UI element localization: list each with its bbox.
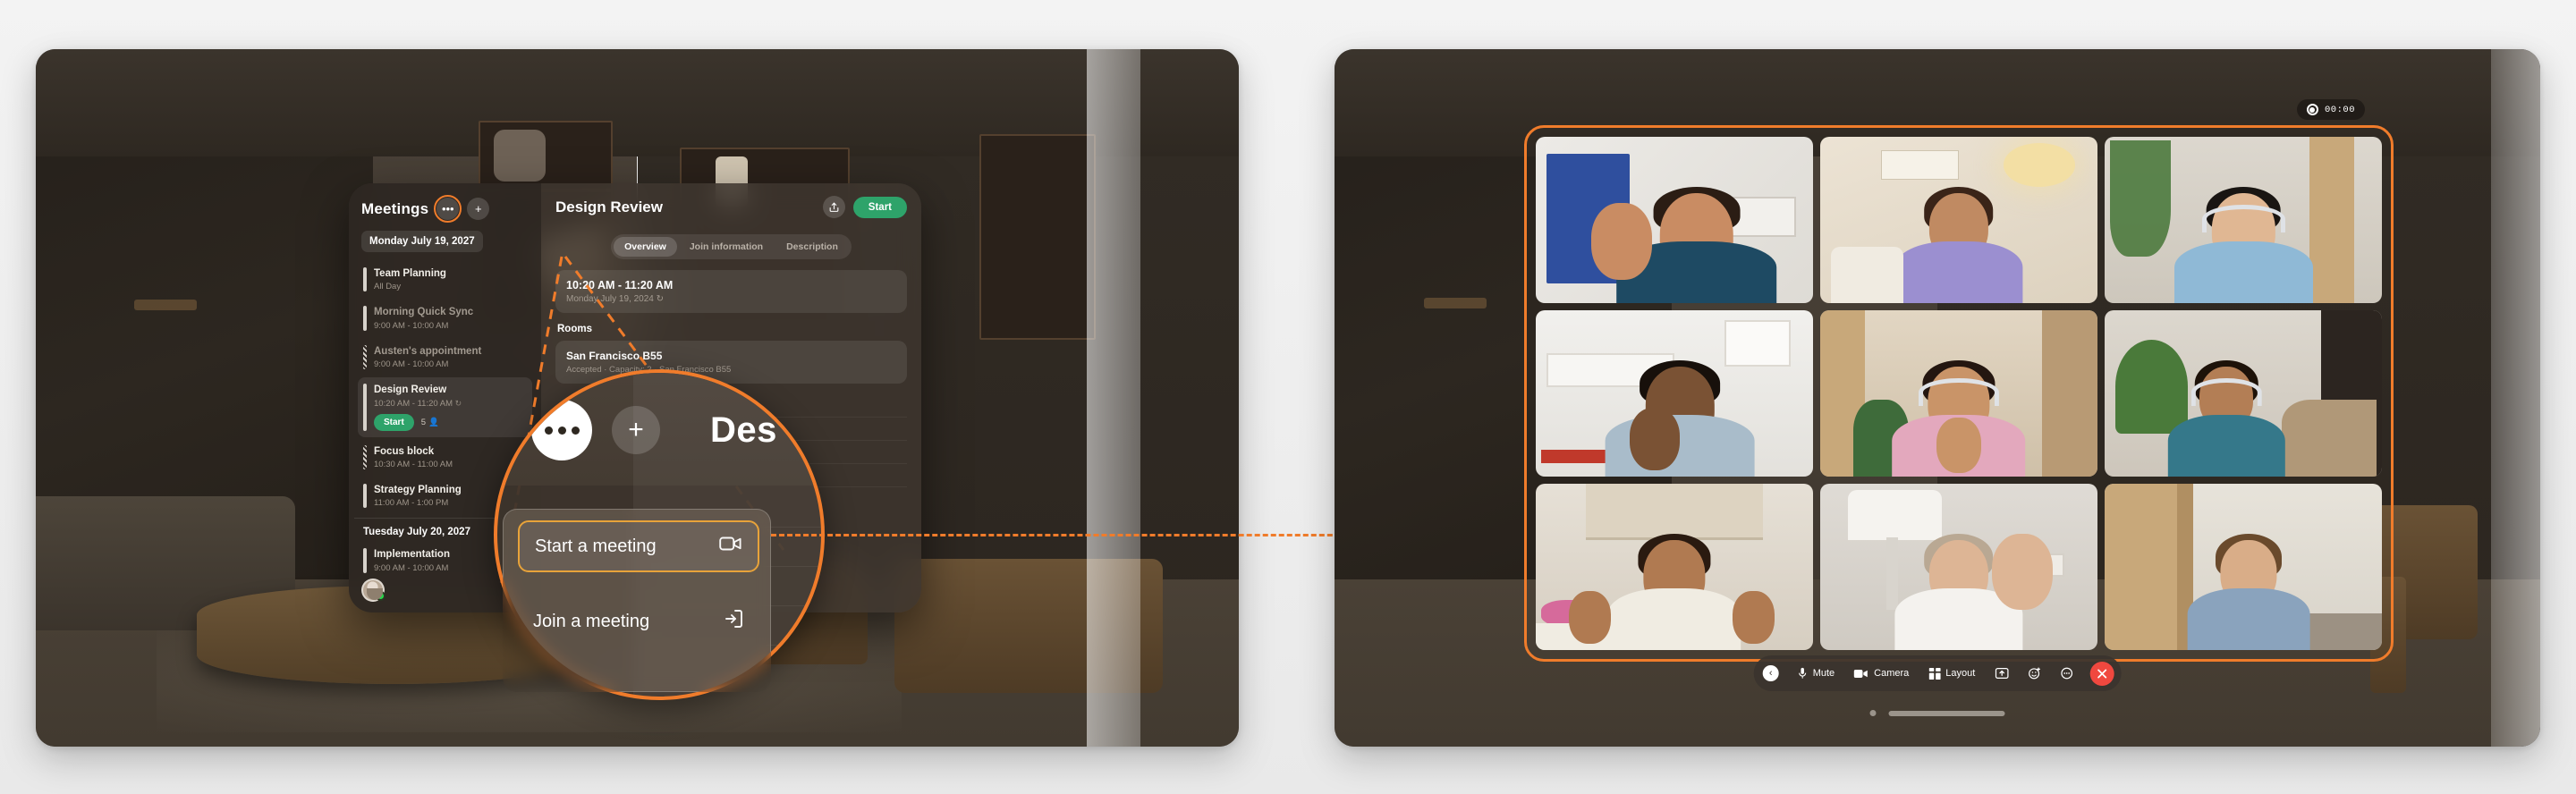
time-range: 10:20 AM - 11:20 AM (566, 279, 674, 291)
video-tile-participant-6[interactable] (2105, 310, 2382, 477)
waving-hand-icon (1591, 203, 1653, 280)
menu-item-start-a-meeting[interactable]: Start a meeting (518, 520, 759, 572)
reactions-icon (2028, 667, 2040, 680)
create-meeting-menu: Start a meeting Join a meeting (503, 509, 771, 692)
right-device-screen: 00:00 ‹ Mute Camera Layout (1335, 49, 2540, 747)
headphones-icon (2191, 377, 2262, 407)
meeting-time: 9:00 AM - 10:00 AM (374, 320, 449, 331)
ellipsis-icon[interactable] (531, 400, 592, 460)
meeting-time-card: 10:20 AM - 11:20 AM Monday July 19, 2024… (555, 270, 907, 313)
page-root: Meetings ••• + Monday July 19, 2027 Team… (0, 0, 2576, 794)
repeat-icon: ↻ (656, 294, 665, 304)
camera-button[interactable]: Camera (1844, 668, 1919, 679)
share-icon[interactable] (822, 196, 845, 218)
rooms-heading: Rooms (557, 324, 592, 334)
meeting-date: Monday July 19, 2024 ↻ (566, 294, 665, 304)
room-name: San Francisco B55 (566, 350, 663, 362)
list-item[interactable]: Austen's appointment 9:00 AM - 10:00 AM (358, 339, 532, 376)
call-toolbar: ‹ Mute Camera Layout (1753, 655, 2122, 691)
camera-icon (1854, 669, 1868, 679)
detail-title: Design Review (555, 198, 663, 215)
sidebar-header: Meetings ••• + (349, 195, 541, 229)
page-title: Meetings (361, 199, 429, 217)
recording-timer-badge: 00:00 (2296, 99, 2365, 120)
record-icon (2306, 104, 2318, 115)
end-call-button[interactable] (2089, 661, 2114, 686)
timer-value: 00:00 (2324, 104, 2355, 115)
thumbs-up-icon (1630, 407, 1681, 470)
meeting-time: 10:30 AM - 11:00 AM (374, 459, 453, 469)
video-tile-participant-7[interactable] (1536, 484, 1813, 650)
microphone-icon (1798, 667, 1808, 680)
menu-item-label: Join a meeting (533, 611, 650, 631)
video-tile-participant-3[interactable] (2105, 137, 2382, 303)
meeting-time: All Day (374, 282, 402, 292)
video-camera-icon (719, 535, 742, 558)
more-button[interactable] (2050, 667, 2082, 680)
start-button[interactable]: Start (374, 413, 414, 431)
start-meeting-button[interactable]: Start (852, 196, 907, 218)
share-screen-icon (1995, 668, 2009, 679)
meeting-title: Austen's appointment (374, 345, 482, 357)
video-grid (1536, 137, 2382, 650)
left-device-screen: Meetings ••• + Monday July 19, 2027 Team… (36, 49, 1239, 747)
tab-description[interactable]: Description (775, 237, 849, 257)
gesturing-hand-icon (1569, 591, 1611, 644)
mute-label: Mute (1812, 668, 1835, 679)
home-bar (1888, 710, 2005, 716)
meeting-time: 9:00 AM - 10:00 AM (374, 562, 449, 573)
ellipsis-icon[interactable]: ••• (434, 195, 462, 223)
wall-hook-icon (134, 300, 197, 310)
menu-item-label: Start a meeting (535, 536, 657, 556)
detail-title-fragment: Des (710, 410, 777, 450)
tab-overview[interactable]: Overview (614, 237, 677, 257)
headphones-icon (1919, 377, 1999, 407)
people-icon: 👤 (428, 417, 439, 427)
home-indicator[interactable] (1869, 710, 2005, 716)
list-item[interactable]: Team Planning All Day (358, 261, 532, 298)
reactions-button[interactable] (2018, 667, 2050, 680)
list-item[interactable]: Morning Quick Sync 9:00 AM - 10:00 AM (358, 300, 532, 336)
enter-door-icon (723, 609, 744, 634)
menu-item-join-a-meeting[interactable]: Join a meeting (518, 596, 759, 647)
date-header: Monday July 19, 2027 (361, 231, 483, 252)
meeting-title: Focus block (374, 445, 435, 457)
avatar-image (361, 579, 386, 602)
status-badge (376, 591, 386, 601)
repeat-icon: ↻ (454, 398, 462, 408)
meeting-title: Implementation (374, 549, 450, 561)
plus-icon[interactable]: + (612, 406, 660, 454)
gesturing-hand-icon (1733, 591, 1775, 644)
video-tile-participant-4[interactable] (1536, 310, 1813, 477)
clapping-hands-icon (1936, 418, 1981, 474)
page-dot (1869, 710, 1877, 716)
video-tile-participant-2[interactable] (1820, 137, 2097, 303)
video-tile-participant-5[interactable] (1820, 310, 2097, 477)
share-screen-button[interactable] (1985, 668, 2018, 679)
video-tile-participant-1[interactable] (1536, 137, 1813, 303)
layout-button[interactable]: Layout (1919, 667, 1985, 680)
tab-join-information[interactable]: Join information (679, 237, 774, 257)
meeting-title: Team Planning (374, 268, 446, 279)
mute-button[interactable]: Mute (1788, 667, 1844, 680)
avatar[interactable] (361, 579, 386, 602)
meeting-title: Morning Quick Sync (374, 307, 474, 318)
meeting-time: 11:00 AM - 1:00 PM (374, 498, 449, 509)
meeting-time: 9:00 AM - 10:00 AM (374, 359, 449, 370)
video-grid-highlight-frame (1524, 125, 2394, 662)
layout-label: Layout (1945, 668, 1976, 679)
wall-hook-icon (1424, 298, 1487, 308)
waving-hand-icon (1992, 533, 2054, 611)
video-tile-participant-9[interactable] (2105, 484, 2382, 650)
headphones-icon (2201, 204, 2285, 233)
chevron-left-icon[interactable]: ‹ (1762, 665, 1779, 681)
more-icon (2060, 667, 2072, 680)
attendee-count: 5 👤 (420, 417, 439, 427)
video-tile-participant-8[interactable] (1820, 484, 2097, 650)
layout-grid-icon (1928, 667, 1941, 680)
plus-icon[interactable]: + (467, 198, 490, 220)
detail-tabs: Overview Join information Description (611, 234, 852, 259)
camera-label: Camera (1874, 668, 1910, 679)
meeting-title: Strategy Planning (374, 484, 462, 495)
